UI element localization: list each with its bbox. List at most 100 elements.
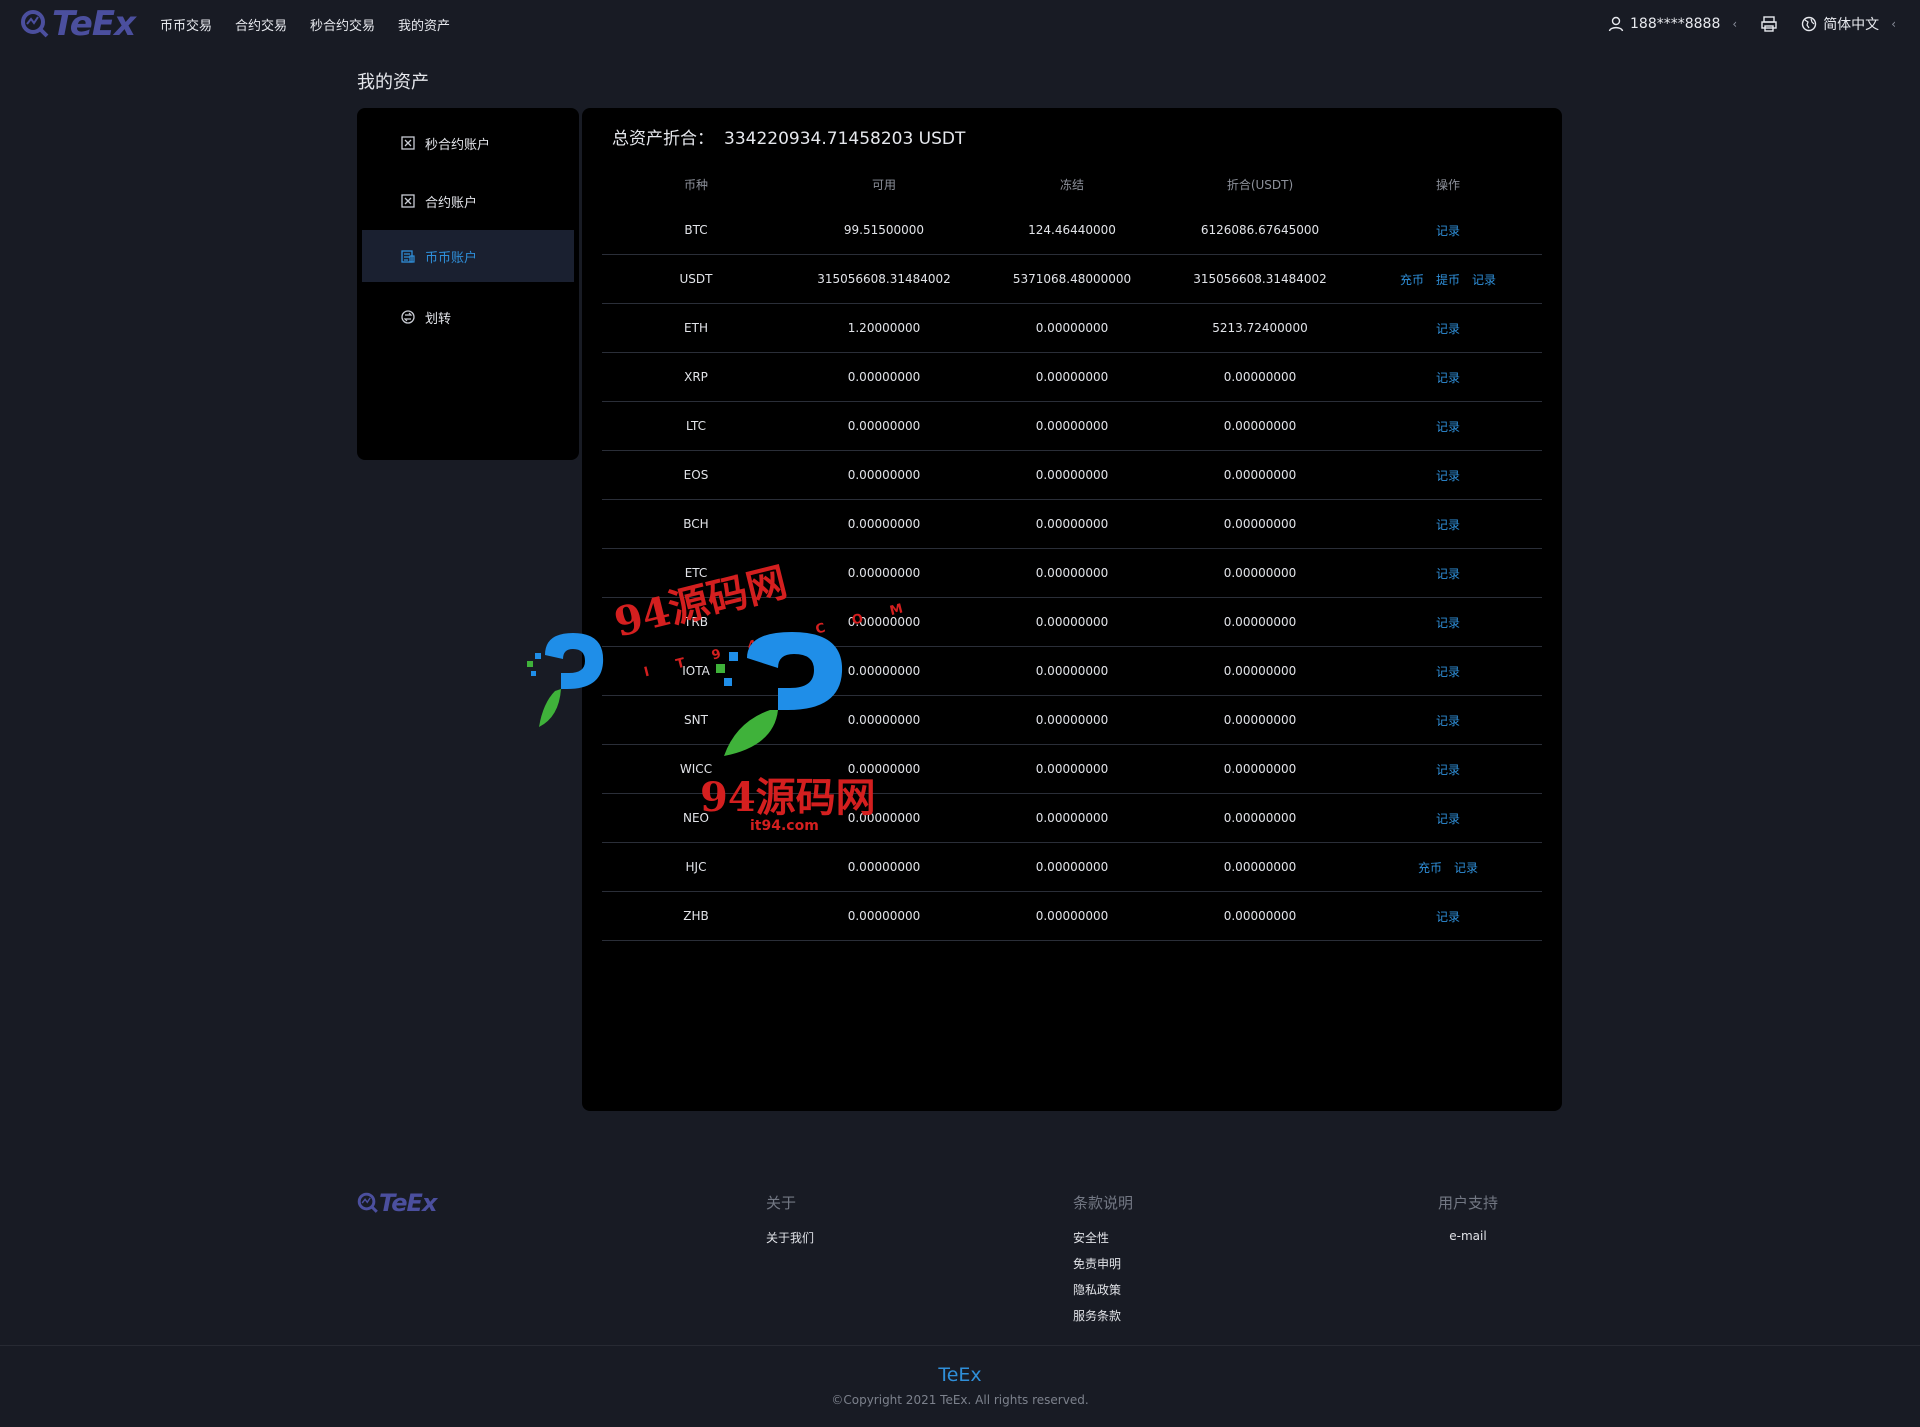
record-link[interactable]: 记录 xyxy=(1472,273,1496,287)
header-logo[interactable]: TeEx xyxy=(20,4,136,44)
deposit-link[interactable]: 充币 xyxy=(1400,273,1424,287)
footer-link-disclaimer[interactable]: 免责申明 xyxy=(1073,1255,1133,1281)
table-row: XRP 0.00000000 0.00000000 0.00000000 记录 xyxy=(602,352,1542,402)
record-link[interactable]: 记录 xyxy=(1436,763,1460,777)
record-link[interactable]: 记录 xyxy=(1436,518,1460,532)
record-link[interactable]: 记录 xyxy=(1436,322,1460,336)
usdt-value-cell: 0.00000000 xyxy=(1166,499,1354,549)
contract-icon xyxy=(400,135,416,151)
actions-cell: 记录 xyxy=(1354,695,1542,745)
total-assets-label: 总资产折合： xyxy=(612,129,714,149)
record-link[interactable]: 记录 xyxy=(1436,910,1460,924)
asset-panel: 总资产折合： 334220934.71458203 USDT 币种 可用 冻结 折… xyxy=(582,108,1562,1111)
wallet-icon xyxy=(400,248,416,264)
footer-link-email[interactable]: e-mail xyxy=(1438,1229,1498,1255)
page-title: 我的资产 xyxy=(357,72,429,93)
usdt-value-cell: 0.00000000 xyxy=(1166,450,1354,500)
frozen-cell: 0.00000000 xyxy=(978,891,1166,941)
withdraw-link[interactable]: 提币 xyxy=(1436,273,1460,287)
record-link[interactable]: 记录 xyxy=(1436,224,1460,238)
sidebar-item-label: 划转 xyxy=(425,311,452,327)
frozen-cell: 0.00000000 xyxy=(978,793,1166,843)
record-link[interactable]: 记录 xyxy=(1436,371,1460,385)
contract-icon xyxy=(400,193,416,209)
coin-cell: ETC xyxy=(602,548,790,598)
download-app-button[interactable] xyxy=(1761,16,1777,32)
usdt-value-cell: 0.00000000 xyxy=(1166,352,1354,402)
frozen-cell: 0.00000000 xyxy=(978,695,1166,745)
user-phone: 188****8888 xyxy=(1630,16,1721,32)
chevron-left-icon: ‹ xyxy=(1891,17,1896,31)
table-row: SNT 0.00000000 0.00000000 0.00000000 记录 xyxy=(602,695,1542,745)
language-selector[interactable]: 简体中文 ‹ xyxy=(1801,14,1896,34)
footer-divider xyxy=(0,1345,1920,1346)
sidebar-item-spot-account[interactable]: 币币账户 xyxy=(362,230,574,282)
frozen-cell: 0.00000000 xyxy=(978,352,1166,402)
frozen-cell: 0.00000000 xyxy=(978,499,1166,549)
usdt-value-cell: 0.00000000 xyxy=(1166,744,1354,794)
available-cell: 1.20000000 xyxy=(790,303,978,353)
coin-cell: BCH xyxy=(602,499,790,549)
table-row: HJC 0.00000000 0.00000000 0.00000000 充币 记录 xyxy=(602,842,1542,892)
nav-contract-trade[interactable]: 合约交易 xyxy=(235,15,287,34)
frozen-cell: 0.00000000 xyxy=(978,401,1166,451)
footer-link-about-us[interactable]: 关于我们 xyxy=(766,1229,814,1255)
actions-cell: 记录 xyxy=(1354,548,1542,598)
transfer-icon xyxy=(400,309,416,325)
sidebar-item-label: 秒合约账户 xyxy=(425,137,491,153)
top-header: TeEx 币币交易 合约交易 秒合约交易 我的资产 188****8888 ‹ xyxy=(0,0,1920,48)
nav-spot-trade[interactable]: 币币交易 xyxy=(160,15,212,34)
available-cell: 0.00000000 xyxy=(790,842,978,892)
usdt-value-cell: 0.00000000 xyxy=(1166,646,1354,696)
sidebar-item-transfer[interactable]: 划转 xyxy=(362,291,574,343)
coin-cell: NEO xyxy=(602,793,790,843)
actions-cell: 充币 提币 记录 xyxy=(1354,254,1542,304)
sidebar-item-second-contract-account[interactable]: 秒合约账户 xyxy=(362,117,574,169)
available-cell: 0.00000000 xyxy=(790,401,978,451)
frozen-cell: 0.00000000 xyxy=(978,842,1166,892)
sidebar-item-label: 合约账户 xyxy=(425,195,478,211)
available-cell: 0.00000000 xyxy=(790,597,978,647)
footer-logo[interactable]: TeEx xyxy=(357,1189,437,1217)
actions-cell: 记录 xyxy=(1354,646,1542,696)
footer-link-service-terms[interactable]: 服务条款 xyxy=(1073,1307,1133,1333)
record-link[interactable]: 记录 xyxy=(1436,665,1460,679)
usdt-value-cell: 0.00000000 xyxy=(1166,891,1354,941)
available-cell: 0.00000000 xyxy=(790,891,978,941)
record-link[interactable]: 记录 xyxy=(1436,420,1460,434)
nav-my-assets[interactable]: 我的资产 xyxy=(398,15,450,34)
sidebar-item-label: 币币账户 xyxy=(425,250,478,266)
footer-link-privacy[interactable]: 隐私政策 xyxy=(1073,1281,1133,1307)
record-link[interactable]: 记录 xyxy=(1436,812,1460,826)
table-row: EOS 0.00000000 0.00000000 0.00000000 记录 xyxy=(602,450,1542,500)
record-link[interactable]: 记录 xyxy=(1436,714,1460,728)
footer-col-about: 关于 关于我们 xyxy=(766,1192,814,1255)
deposit-link[interactable]: 充币 xyxy=(1418,861,1442,875)
coin-cell: TRB xyxy=(602,597,790,647)
col-actions: 操作 xyxy=(1435,177,1460,192)
record-link[interactable]: 记录 xyxy=(1436,567,1460,581)
nav-second-contract-trade[interactable]: 秒合约交易 xyxy=(310,15,375,34)
footer-link-security[interactable]: 安全性 xyxy=(1073,1229,1133,1255)
record-link[interactable]: 记录 xyxy=(1436,469,1460,483)
language-label: 简体中文 xyxy=(1823,17,1880,33)
usdt-value-cell: 6126086.67645000 xyxy=(1166,206,1354,255)
actions-cell: 记录 xyxy=(1354,744,1542,794)
actions-cell: 记录 xyxy=(1354,597,1542,647)
coin-cell: ETH xyxy=(602,303,790,353)
record-link[interactable]: 记录 xyxy=(1436,616,1460,630)
actions-cell: 充币 记录 xyxy=(1354,842,1542,892)
table-row: BTC 99.51500000 124.46440000 6126086.676450… xyxy=(602,206,1542,255)
printer-icon xyxy=(1761,16,1777,32)
coin-cell: EOS xyxy=(602,450,790,500)
record-link[interactable]: 记录 xyxy=(1454,861,1478,875)
available-cell: 0.00000000 xyxy=(790,646,978,696)
footer-col-terms: 条款说明 安全性 免责申明 隐私政策 服务条款 xyxy=(1073,1192,1133,1333)
user-menu[interactable]: 188****8888 ‹ xyxy=(1608,16,1737,32)
actions-cell: 记录 xyxy=(1354,352,1542,402)
usdt-value-cell: 0.00000000 xyxy=(1166,793,1354,843)
sidebar-item-contract-account[interactable]: 合约账户 xyxy=(362,175,574,227)
total-assets-value: 334220934.71458203 USDT xyxy=(724,129,966,149)
available-cell: 0.00000000 xyxy=(790,793,978,843)
frozen-cell: 124.46440000 xyxy=(978,206,1166,255)
